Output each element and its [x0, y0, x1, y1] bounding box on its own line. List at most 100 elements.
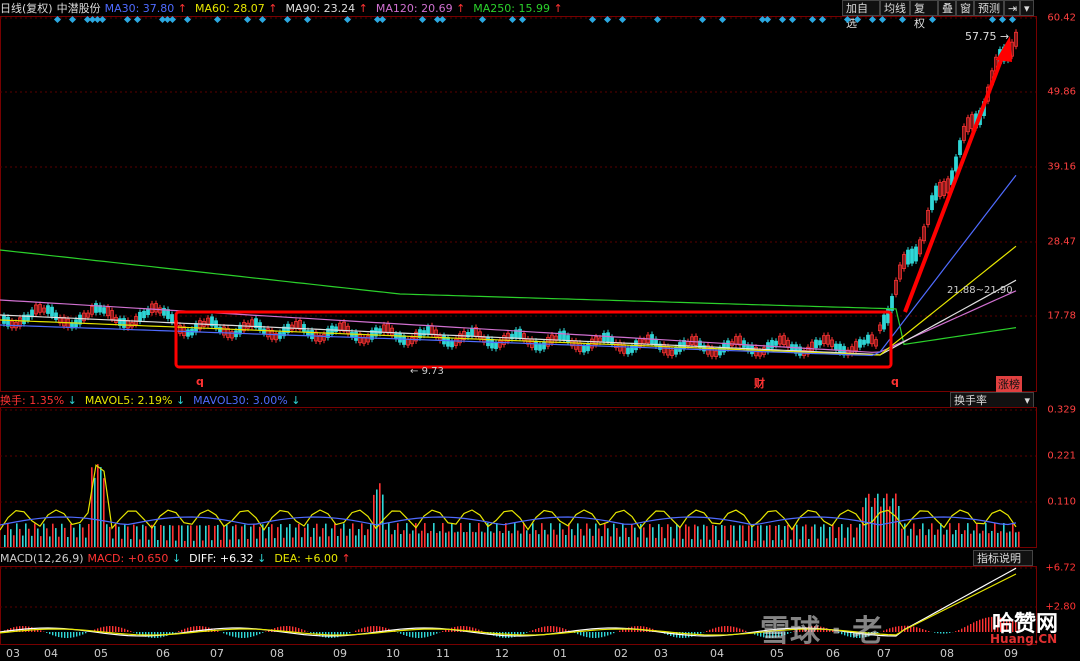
turnover-bar — [217, 524, 219, 547]
turnover-bar — [424, 523, 426, 547]
macd-bar — [526, 632, 528, 633]
macd-bar — [601, 632, 603, 638]
candle-body — [910, 248, 914, 264]
turnover-bar — [805, 524, 807, 547]
signal-diamond-icon — [283, 15, 292, 24]
macd-bar — [295, 627, 297, 632]
candle-body — [470, 327, 474, 337]
turnover-bar — [85, 537, 87, 547]
turnover-bar — [70, 523, 72, 547]
candle-body — [954, 156, 958, 172]
macd-bar — [622, 629, 624, 632]
turnover-bar — [220, 539, 222, 547]
turnover-bar — [598, 528, 600, 547]
turnover-bar — [436, 532, 438, 547]
turnover-bar — [706, 526, 708, 547]
turnover-bar — [277, 527, 279, 547]
macd-bar — [46, 632, 48, 633]
turnover-bar — [19, 528, 21, 547]
candle-body — [558, 331, 562, 340]
turnover-bar — [586, 523, 588, 547]
candle-body — [626, 347, 630, 355]
turnover-bar — [34, 523, 36, 547]
macd-bar — [541, 627, 543, 632]
turnover-bar — [787, 524, 789, 547]
signal-diamond-icon — [603, 15, 612, 24]
macd-bar — [409, 632, 411, 637]
turnover-bar — [556, 534, 558, 547]
turnover-bar — [589, 528, 591, 547]
macd-bar — [433, 632, 435, 635]
turnover-bar — [625, 527, 627, 547]
candle-body — [538, 344, 542, 351]
macd-bar — [985, 617, 987, 632]
marker-q2[interactable]: q — [891, 375, 899, 388]
turnover-bar — [205, 525, 207, 547]
range-price-label: 21.88~21.90 — [947, 285, 1013, 296]
turnover-bar — [7, 523, 9, 547]
turnover-bar — [910, 528, 912, 547]
candle-body — [166, 309, 170, 319]
turnover-bar — [388, 523, 390, 547]
turnover-bar — [352, 523, 354, 547]
turnover-bar — [385, 529, 387, 547]
turnover-bar — [364, 535, 366, 547]
turnover-bar — [736, 540, 738, 547]
marker-finance[interactable]: 财 — [754, 375, 765, 391]
turnover-bar — [334, 523, 336, 547]
turnover-bar — [775, 525, 777, 547]
candle-body — [606, 332, 610, 343]
turnover-bar — [643, 527, 645, 547]
month-label: 03 — [6, 647, 20, 660]
signal-diamond-icon — [303, 15, 312, 24]
signal-diamond-icon — [1008, 15, 1017, 24]
turnover-bar — [4, 534, 6, 547]
macd-bar — [505, 632, 507, 638]
macd-bar — [892, 627, 894, 632]
turnover-bar — [433, 523, 435, 547]
turnover-bar — [769, 525, 771, 547]
candle-body — [54, 312, 58, 320]
kline-chart[interactable] — [0, 0, 1080, 661]
turnover-bar — [871, 506, 873, 547]
turnover-bar — [184, 540, 186, 547]
marker-q[interactable]: q — [196, 375, 204, 388]
turnover-bar — [430, 530, 432, 547]
turnover-bar — [739, 525, 741, 547]
turnover-bar — [571, 529, 573, 547]
turnover-bar — [829, 526, 831, 547]
turnover-bar — [88, 524, 90, 547]
month-label: 09 — [1004, 647, 1018, 660]
candle-body — [354, 331, 358, 341]
zhangbang-badge[interactable]: 涨榜 — [996, 376, 1022, 392]
month-label: 03 — [654, 647, 668, 660]
macd-bar — [919, 628, 921, 632]
macd-bar — [736, 627, 738, 632]
turnover-bar — [1009, 531, 1011, 547]
turnover-bar — [544, 529, 546, 547]
turnover-bar — [46, 528, 48, 547]
turnover-bar — [250, 526, 252, 547]
turnover-bar — [295, 527, 297, 547]
turnover-bar — [610, 536, 612, 547]
macd-bar — [967, 625, 969, 632]
turnover-bar — [235, 524, 237, 547]
turnover-bar — [31, 535, 33, 547]
signal-diamond-icon — [508, 15, 517, 24]
turnover-bar — [931, 523, 933, 547]
turnover-bar — [883, 498, 885, 547]
macd-bar — [613, 632, 615, 634]
turnover-bar — [67, 537, 69, 547]
macd-bar — [886, 629, 888, 632]
macd-bar — [427, 632, 429, 637]
month-label: 08 — [940, 647, 954, 660]
macd-bar — [58, 632, 60, 638]
macd-bar — [562, 628, 564, 632]
macd-bar — [55, 632, 57, 637]
macd-bar — [973, 622, 975, 632]
turnover-bar — [106, 524, 108, 547]
turnover-bar — [280, 524, 282, 547]
turnover-bar — [721, 524, 723, 547]
macd-bar — [538, 628, 540, 632]
turnover-bar — [550, 523, 552, 547]
